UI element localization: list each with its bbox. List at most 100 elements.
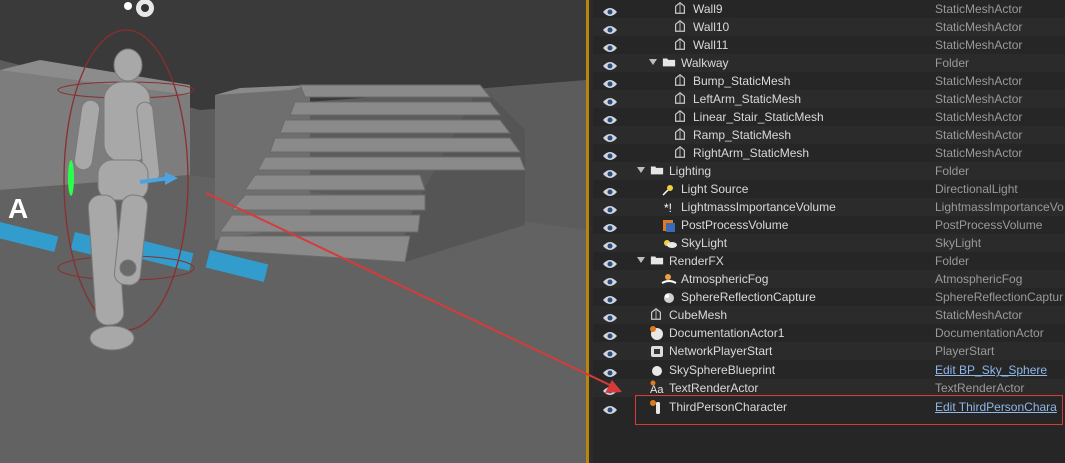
outliner-item-type: SkyLight	[935, 236, 982, 250]
folder-icon	[649, 163, 665, 179]
outliner-item-label: CubeMesh	[669, 308, 728, 322]
folder-icon	[649, 253, 665, 269]
outliner-item-label: AtmosphericFog	[681, 272, 769, 286]
outliner-item-type: StaticMeshActor	[935, 146, 1023, 160]
outliner-item-label: RenderFX	[669, 254, 724, 268]
visibility-eye-icon[interactable]	[603, 292, 617, 304]
static-mesh-icon	[649, 307, 665, 323]
outliner-item-type: DirectionalLight	[935, 182, 1018, 196]
outliner-item-label: Wall11	[693, 38, 729, 52]
outliner-row[interactable]: RenderFX Folder	[593, 252, 1065, 270]
visibility-eye-icon[interactable]	[603, 130, 617, 142]
visibility-eye-icon[interactable]	[603, 184, 617, 196]
visibility-eye-icon[interactable]	[603, 58, 617, 70]
visibility-eye-icon[interactable]	[603, 112, 617, 124]
outliner-row[interactable]: Wall10 StaticMeshActor	[593, 18, 1065, 36]
outliner-row[interactable]: CubeMesh StaticMeshActor	[593, 306, 1065, 324]
outliner-row[interactable]: DocumentationActor1 DocumentationActor	[593, 324, 1065, 342]
expand-arrow-icon[interactable]	[637, 167, 645, 173]
visibility-eye-icon[interactable]	[603, 220, 617, 232]
sphere-reflection-icon	[661, 289, 677, 305]
outliner-row[interactable]: AtmosphericFog AtmosphericFog	[593, 270, 1065, 288]
static-mesh-icon	[673, 73, 689, 89]
visibility-eye-icon[interactable]	[603, 4, 617, 16]
visibility-eye-icon[interactable]	[603, 166, 617, 178]
outliner-row[interactable]: Wall9 StaticMeshActor	[593, 0, 1065, 18]
outliner-row[interactable]: Lighting Folder	[593, 162, 1065, 180]
outliner-item-type: StaticMeshActor	[935, 308, 1023, 322]
outliner-item-label: SphereReflectionCapture	[681, 290, 816, 304]
world-outliner: Wall9 StaticMeshActor Wall10 StaticMeshActo…	[593, 0, 1065, 463]
visibility-eye-icon[interactable]	[603, 22, 617, 34]
outliner-item-type: AtmosphericFog	[935, 272, 1023, 286]
visibility-eye-icon[interactable]	[603, 365, 617, 377]
outliner-item-label: LightmassImportanceVolume	[681, 200, 836, 214]
sky-sphere-icon	[649, 362, 665, 378]
visibility-eye-icon[interactable]	[603, 76, 617, 88]
outliner-item-type: Folder	[935, 56, 970, 70]
visibility-eye-icon[interactable]	[603, 310, 617, 322]
outliner-row[interactable]: NetworkPlayerStart PlayerStart	[593, 342, 1065, 360]
postprocess-volume-icon	[661, 217, 677, 233]
static-mesh-icon	[673, 37, 689, 53]
outliner-row[interactable]: Ramp_StaticMesh StaticMeshActor	[593, 126, 1065, 144]
outliner-item-type: StaticMeshActor	[935, 2, 1023, 16]
outliner-row[interactable]: LeftArm_StaticMesh StaticMeshActor	[593, 90, 1065, 108]
svg-text:*!: *!	[664, 201, 672, 215]
outliner-item-type: PostProcessVolume	[935, 218, 1043, 232]
outliner-row[interactable]: PostProcessVolume PostProcessVolume	[593, 216, 1065, 234]
outliner-row[interactable]: Light Source DirectionalLight	[593, 180, 1065, 198]
outliner-item-label: Linear_Stair_StaticMesh	[693, 110, 824, 124]
visibility-eye-icon[interactable]	[603, 328, 617, 340]
outliner-row[interactable]: Walkway Folder	[593, 54, 1065, 72]
outliner-row[interactable]: Bump_StaticMesh StaticMeshActor	[593, 72, 1065, 90]
visibility-eye-icon[interactable]	[603, 274, 617, 286]
player-start-icon	[649, 343, 665, 359]
outliner-row[interactable]: SkySphereBlueprint Edit BP_Sky_Sphere	[593, 361, 1065, 379]
text-render-icon: Aa	[649, 380, 665, 396]
directional-light-icon	[661, 181, 677, 197]
floor-letter: A	[8, 193, 28, 224]
outliner-item-label: SkyLight	[681, 236, 728, 250]
outliner-item-type: SphereReflectionCaptur	[935, 290, 1064, 304]
visibility-eye-icon[interactable]	[603, 346, 617, 358]
static-mesh-icon	[673, 109, 689, 125]
outliner-item-label: RightArm_StaticMesh	[693, 146, 810, 160]
outliner-row[interactable]: SphereReflectionCapture SphereReflectionC…	[593, 288, 1065, 306]
outliner-row[interactable]: SkyLight SkyLight	[593, 234, 1065, 252]
level-viewport[interactable]: A	[0, 0, 586, 463]
visibility-eye-icon[interactable]	[603, 256, 617, 268]
lightmass-volume-icon: *!	[661, 199, 677, 215]
outliner-item-type: Folder	[935, 164, 970, 178]
skylight-icon	[661, 235, 677, 251]
visibility-eye-icon[interactable]	[603, 402, 617, 414]
outliner-item-label: Lighting	[669, 164, 712, 178]
outliner-row[interactable]: Wall11 StaticMeshActor	[593, 36, 1065, 54]
visibility-eye-icon[interactable]	[603, 202, 617, 214]
outliner-item-label: SkySphereBlueprint	[669, 363, 776, 377]
expand-arrow-icon[interactable]	[649, 59, 657, 65]
visibility-eye-icon[interactable]	[603, 148, 617, 160]
outliner-item-label: Walkway	[681, 56, 729, 70]
outliner-item-type: DocumentationActor	[935, 326, 1044, 340]
expand-arrow-icon[interactable]	[637, 257, 645, 263]
outliner-item-type: LightmassImportanceVo	[935, 200, 1064, 214]
outliner-row[interactable]: *! LightmassImportanceVolume LightmassImpo…	[593, 198, 1065, 216]
outliner-item-type: PlayerStart	[935, 344, 995, 358]
static-mesh-icon	[673, 1, 689, 17]
outliner-row[interactable]: Linear_Stair_StaticMesh StaticMeshActor	[593, 108, 1065, 126]
outliner-item-label: LeftArm_StaticMesh	[693, 92, 802, 106]
outliner-item-type: StaticMeshActor	[935, 128, 1023, 142]
outliner-row[interactable]: RightArm_StaticMesh StaticMeshActor	[593, 144, 1065, 162]
outliner-item-label: PostProcessVolume	[681, 218, 789, 232]
outliner-item-type: StaticMeshActor	[935, 20, 1023, 34]
visibility-eye-icon[interactable]	[603, 94, 617, 106]
static-mesh-icon	[673, 145, 689, 161]
visibility-eye-icon[interactable]	[603, 238, 617, 250]
visibility-eye-icon[interactable]	[603, 383, 617, 395]
selection-highlight-box	[635, 395, 1063, 425]
edit-blueprint-link[interactable]: Edit BP_Sky_Sphere	[935, 361, 1047, 379]
outliner-item-type: Folder	[935, 254, 970, 268]
visibility-eye-icon[interactable]	[603, 40, 617, 52]
outliner-item-label: NetworkPlayerStart	[669, 344, 773, 358]
